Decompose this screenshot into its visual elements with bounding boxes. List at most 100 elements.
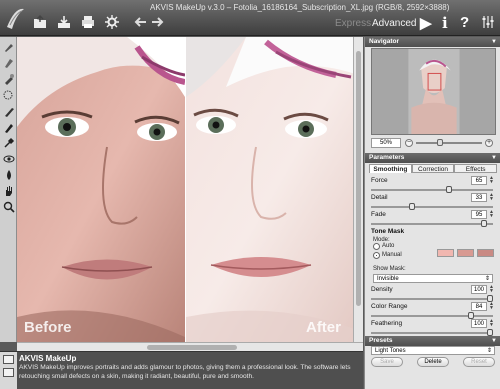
force-slider-track[interactable]	[371, 189, 493, 191]
toolbar: AKVIS MakeUp v.3.0 – Fotolia_16186164_Su…	[0, 0, 500, 36]
color-range-stepper[interactable]: ▲ ▼	[488, 302, 495, 311]
fade-stepper[interactable]: ▲ ▼	[488, 210, 495, 219]
fade-label: Fade	[371, 211, 386, 218]
hand-icon[interactable]	[2, 184, 15, 197]
history-brush-icon[interactable]	[2, 72, 15, 85]
density-slider-track[interactable]	[371, 298, 493, 300]
vertical-scroll-thumb[interactable]	[356, 51, 361, 306]
window-title: AKVIS MakeUp v.3.0 – Fotolia_16186164_Su…	[150, 3, 450, 12]
tone-mask-title: Tone Mask	[371, 228, 405, 235]
fade-slider-knob[interactable]	[481, 220, 487, 227]
navigator-title: Navigator	[369, 38, 399, 45]
tab-correction[interactable]: Correction	[411, 164, 455, 173]
vertical-scrollbar[interactable]	[353, 37, 363, 342]
zoom-icon[interactable]	[2, 200, 15, 213]
drop-icon[interactable]	[2, 168, 15, 181]
smoothing-brush-icon[interactable]	[2, 104, 15, 117]
show-mask-label: Show Mask:	[373, 266, 406, 272]
density-value[interactable]: 100	[471, 285, 487, 294]
print-icon[interactable]	[80, 14, 95, 29]
force-value[interactable]: 65	[471, 176, 487, 185]
after-pane: After	[186, 37, 363, 342]
presets-select[interactable]: Light Tones ⇕	[371, 346, 495, 355]
app-logo-icon	[4, 5, 26, 31]
blur-brush-icon[interactable]	[2, 40, 15, 53]
parameters-title: Parameters	[369, 154, 405, 161]
forward-icon[interactable]	[150, 14, 165, 29]
collapse-icon[interactable]: ▼	[491, 153, 497, 163]
presets-header[interactable]: Presets ▼	[365, 336, 500, 346]
detail-stepper[interactable]: ▲ ▼	[488, 193, 495, 202]
eyedropper-icon[interactable]	[2, 136, 15, 149]
horizontal-scrollbar[interactable]	[17, 342, 363, 351]
before-label: Before	[24, 319, 72, 336]
feathering-label: Feathering	[371, 320, 403, 327]
info-icon[interactable]: i	[442, 14, 448, 32]
manual-radio[interactable]	[373, 252, 380, 259]
color-brush-icon[interactable]	[2, 120, 15, 133]
detail-value[interactable]: 33	[471, 193, 487, 202]
settings-icon[interactable]	[480, 14, 495, 29]
tone-swatch-1[interactable]	[437, 249, 454, 257]
before-image	[17, 37, 185, 342]
after-label: After	[305, 319, 341, 336]
collapse-icon[interactable]: ▼	[491, 336, 497, 346]
fade-value[interactable]: 95	[471, 210, 487, 219]
show-mask-select[interactable]: Invisible ⇕	[373, 274, 493, 283]
save-preset-button[interactable]: Save	[371, 357, 403, 367]
tone-swatch-2[interactable]	[457, 249, 474, 257]
detail-slider-knob[interactable]	[409, 203, 415, 210]
advanced-mode-button[interactable]: Advanced	[372, 18, 416, 29]
zoom-slider-knob[interactable]	[437, 139, 443, 146]
feathering-value[interactable]: 100	[471, 319, 487, 328]
navigator-header[interactable]: Navigator ▼	[365, 37, 500, 47]
horizontal-scroll-thumb[interactable]	[147, 345, 237, 350]
help-icon[interactable]: ?	[460, 14, 469, 31]
zoom-out-icon[interactable]: −	[405, 139, 413, 147]
reset-preset-button[interactable]: Reset	[463, 357, 495, 367]
feathering-slider-knob[interactable]	[487, 329, 493, 336]
color-range-slider-track[interactable]	[371, 315, 493, 317]
select-area-icon[interactable]	[2, 88, 15, 101]
preferences-icon[interactable]	[104, 14, 119, 29]
parameters-header[interactable]: Parameters ▼	[365, 153, 500, 163]
back-icon[interactable]	[132, 14, 147, 29]
tab-effects[interactable]: Effects	[454, 164, 498, 173]
density-label: Density	[371, 286, 393, 293]
force-slider-knob[interactable]	[446, 186, 452, 193]
presets-title: Presets	[369, 337, 393, 344]
image-canvas[interactable]: Before After	[17, 37, 363, 342]
fade-slider-track[interactable]	[371, 223, 493, 225]
open-icon[interactable]	[32, 14, 47, 29]
eye-icon[interactable]	[2, 152, 15, 165]
tools-panel	[0, 37, 17, 342]
color-range-value[interactable]: 84	[471, 302, 487, 311]
collapse-icon[interactable]: ▼	[491, 37, 497, 47]
view-split-icon[interactable]	[3, 368, 14, 377]
feathering-stepper[interactable]: ▲ ▼	[488, 319, 495, 328]
tone-swatch-3[interactable]	[477, 249, 494, 257]
zoom-slider-track[interactable]	[416, 142, 482, 144]
detail-slider-track[interactable]	[371, 206, 493, 208]
save-icon[interactable]	[56, 14, 71, 29]
density-stepper[interactable]: ▲ ▼	[488, 285, 495, 294]
delete-preset-button[interactable]: Delete	[417, 357, 449, 367]
chevron-down-icon: ⇕	[484, 276, 490, 282]
color-range-slider-knob[interactable]	[468, 312, 474, 319]
zoom-field[interactable]: 50%	[371, 138, 401, 148]
chisel-icon[interactable]	[2, 56, 15, 69]
feathering-slider-track[interactable]	[371, 332, 493, 334]
force-label: Force	[371, 177, 388, 184]
run-icon[interactable]: ▶	[420, 14, 432, 32]
navigator-preview[interactable]	[371, 48, 496, 135]
preset-value: Light Tones	[375, 348, 406, 354]
zoom-in-icon[interactable]: +	[485, 139, 493, 147]
express-mode-button[interactable]: Express	[335, 18, 371, 29]
view-single-icon[interactable]	[3, 355, 14, 364]
makeup-app-window: AKVIS MakeUp v.3.0 – Fotolia_16186164_Su…	[0, 0, 500, 389]
tone-mask-group: Tone Mask Mode: Auto Manual Show Mask: I…	[371, 228, 497, 336]
tab-smoothing[interactable]: Smoothing	[369, 164, 412, 173]
auto-radio[interactable]	[373, 243, 380, 250]
force-stepper[interactable]: ▲ ▼	[488, 176, 495, 185]
help-text: AKVIS MakeUp improves portraits and adds…	[19, 364, 351, 380]
